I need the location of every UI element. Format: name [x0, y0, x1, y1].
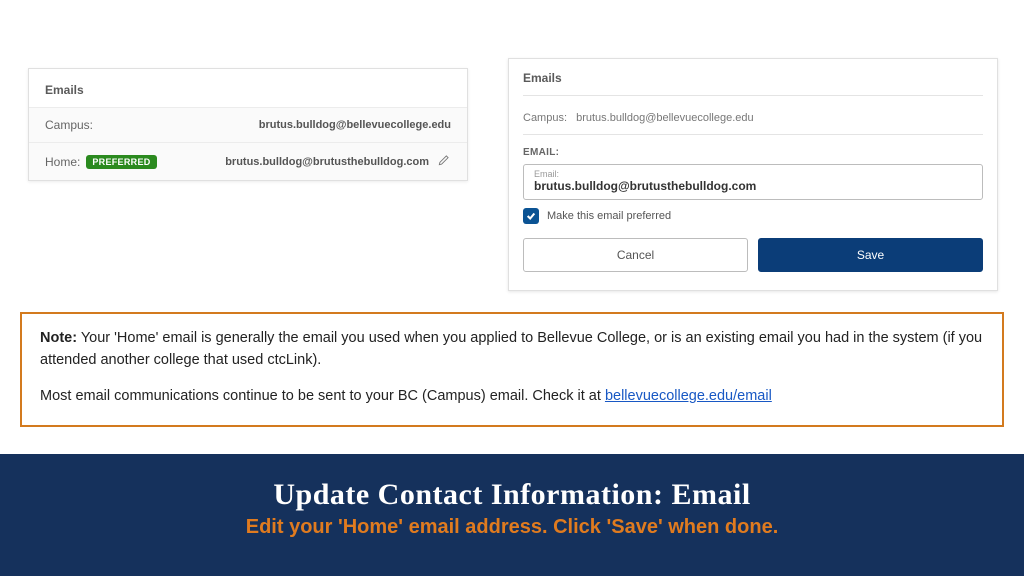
note-box: Note: Your 'Home' email is generally the… — [20, 312, 1004, 427]
note-link[interactable]: bellevuecollege.edu/email — [605, 388, 772, 404]
email-row-value: brutus.bulldog@bellevuecollege.edu — [259, 119, 451, 131]
email-field-wrapper[interactable]: Email: — [523, 164, 983, 200]
edit-icon[interactable] — [437, 153, 451, 170]
campus-readonly-line: Campus: brutus.bulldog@bellevuecollege.e… — [523, 106, 983, 134]
footer-subtitle: Edit your 'Home' email address. Click 'S… — [0, 516, 1024, 539]
email-edit-panel: Emails Campus: brutus.bulldog@bellevueco… — [508, 58, 998, 291]
preferred-checkbox[interactable] — [523, 208, 539, 224]
email-row-label: Campus: — [45, 118, 93, 132]
emails-list-panel: Emails Campus: brutus.bulldog@bellevueco… — [28, 68, 468, 181]
email-row-home[interactable]: Home: PREFERRED brutus.bulldog@brutusthe… — [29, 143, 467, 180]
email-section-label: EMAIL: — [523, 134, 983, 164]
footer-title: Update Contact Information: Email — [0, 478, 1024, 512]
email-row-value: brutus.bulldog@brutusthebulldog.com — [225, 156, 429, 168]
email-edit-header: Emails — [523, 71, 983, 96]
email-row-label: Home: — [45, 155, 80, 169]
preferred-checkbox-label: Make this email preferred — [547, 210, 671, 222]
note-bold: Note: — [40, 330, 77, 346]
email-float-label: Email: — [534, 169, 972, 179]
preferred-checkbox-row[interactable]: Make this email preferred — [523, 208, 983, 224]
save-button[interactable]: Save — [758, 238, 983, 272]
cancel-button[interactable]: Cancel — [523, 238, 748, 272]
emails-list-header: Emails — [29, 69, 467, 108]
email-row-campus: Campus: brutus.bulldog@bellevuecollege.e… — [29, 108, 467, 143]
note-line-2: Most email communications continue to be… — [40, 388, 605, 404]
note-line-1: Your 'Home' email is generally the email… — [40, 330, 982, 368]
email-input[interactable] — [534, 179, 972, 193]
campus-value: brutus.bulldog@bellevuecollege.edu — [576, 112, 754, 124]
slide-footer: Update Contact Information: Email Edit y… — [0, 454, 1024, 576]
campus-label: Campus: — [523, 112, 567, 124]
preferred-badge: PREFERRED — [86, 155, 156, 169]
